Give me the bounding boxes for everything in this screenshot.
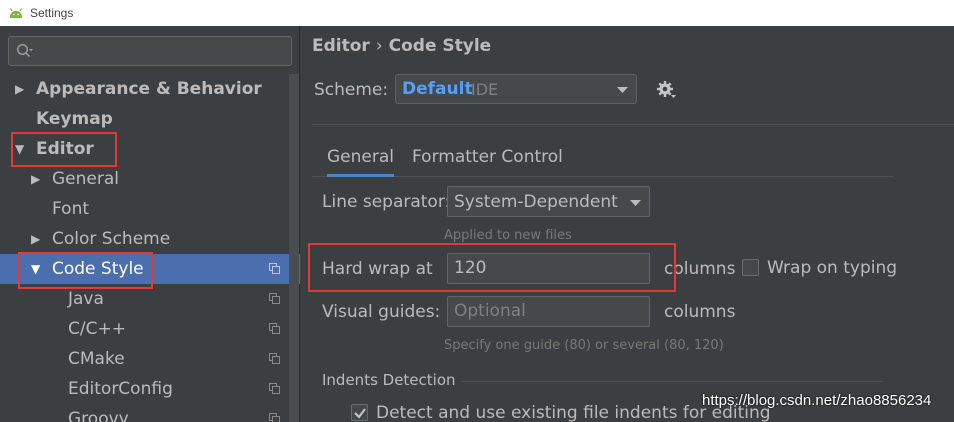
- chevron-down-icon: [617, 87, 628, 93]
- wrap-on-typing-label[interactable]: Wrap on typing: [767, 258, 897, 278]
- settings-sidebar: ▶ Appearance & Behavior Keymap ▼ Editor …: [0, 26, 300, 422]
- tree-item-label: Appearance & Behavior: [36, 79, 262, 99]
- expand-arrow-icon[interactable]: ▶: [31, 164, 45, 194]
- tab-bar: General Formatter Control: [312, 139, 894, 177]
- main-panel: Editor › Code Style Scheme: Default IDE Ge…: [301, 26, 954, 422]
- gear-icon[interactable]: [656, 80, 678, 100]
- tree-item-label: Groovy: [68, 409, 129, 422]
- tree-item-label: C/C++: [68, 319, 126, 339]
- sidebar-scrollbar[interactable]: [289, 74, 299, 422]
- tree-item-font[interactable]: Font: [0, 194, 300, 224]
- project-scope-icon: [269, 413, 280, 422]
- scheme-kind: IDE: [471, 80, 499, 99]
- line-separator-hint: Applied to new files: [444, 228, 572, 243]
- project-scope-icon: [269, 323, 280, 334]
- settings-tree: ▶ Appearance & Behavior Keymap ▼ Editor …: [0, 74, 300, 422]
- watermark-text: https://blog.csdn.net/zhao8856234: [702, 392, 932, 409]
- search-icon[interactable]: [16, 43, 34, 59]
- search-input[interactable]: [8, 36, 292, 66]
- divider: [312, 124, 954, 125]
- android-icon: [9, 8, 23, 18]
- tree-item-appearance-behavior[interactable]: ▶ Appearance & Behavior: [0, 74, 300, 104]
- project-scope-icon: [269, 353, 280, 364]
- tree-item-label: Color Scheme: [52, 229, 171, 249]
- indents-detection-heading: Indents Detection: [322, 371, 456, 389]
- highlight-box-hard-wrap: [308, 243, 676, 292]
- line-separator-label: Line separator:: [322, 192, 451, 212]
- breadcrumb: Editor › Code Style: [312, 36, 491, 56]
- breadcrumb-current: Code Style: [388, 36, 492, 56]
- line-separator-value: System-Dependent: [454, 192, 618, 212]
- window-title: Settings: [30, 6, 74, 20]
- scheme-label: Scheme:: [314, 80, 389, 100]
- visual-guides-label: Visual guides:: [322, 302, 441, 322]
- tree-item-label: EditorConfig: [68, 379, 173, 399]
- tree-item-color-scheme[interactable]: ▶ Color Scheme: [0, 224, 300, 254]
- scheme-name: Default: [402, 79, 473, 99]
- tree-item-label: Font: [52, 199, 90, 219]
- chevron-down-icon: [630, 200, 641, 206]
- tree-item-editorconfig[interactable]: EditorConfig: [0, 374, 300, 404]
- tab-formatter-control[interactable]: Formatter Control: [412, 147, 563, 167]
- line-separator-dropdown[interactable]: System-Dependent: [447, 186, 650, 217]
- detect-indents-checkbox[interactable]: [351, 404, 368, 421]
- breadcrumb-separator: ›: [375, 36, 383, 56]
- highlight-box-editor: [11, 132, 117, 167]
- tree-item-general[interactable]: ▶ General: [0, 164, 300, 194]
- tree-item-label: Keymap: [36, 109, 113, 129]
- project-scope-icon: [269, 293, 280, 304]
- section-divider: [461, 381, 883, 382]
- visual-guides-unit: columns: [664, 302, 736, 322]
- tab-general[interactable]: General: [327, 147, 394, 177]
- project-scope-icon: [269, 263, 280, 274]
- checkmark-icon: [354, 408, 366, 419]
- visual-guides-input[interactable]: Optional: [447, 296, 650, 327]
- highlight-box-code-style: [18, 252, 153, 289]
- tree-item-label: CMake: [68, 349, 125, 369]
- project-scope-icon: [269, 383, 280, 394]
- title-bar: Settings: [0, 0, 954, 26]
- tree-item-cmake[interactable]: CMake: [0, 344, 300, 374]
- tree-item-keymap[interactable]: Keymap: [0, 104, 300, 134]
- expand-arrow-icon[interactable]: ▶: [15, 74, 29, 104]
- wrap-on-typing-checkbox[interactable]: [742, 259, 759, 276]
- scheme-dropdown[interactable]: Default IDE: [395, 74, 637, 104]
- expand-arrow-icon[interactable]: ▶: [31, 224, 45, 254]
- visual-guides-hint: Specify one guide (80) or several (80, 1…: [444, 338, 724, 353]
- tree-item-groovy[interactable]: Groovy: [0, 404, 300, 422]
- tree-item-label: General: [52, 169, 119, 189]
- tree-item-c-cpp[interactable]: C/C++: [0, 314, 300, 344]
- breadcrumb-parent[interactable]: Editor: [312, 36, 370, 56]
